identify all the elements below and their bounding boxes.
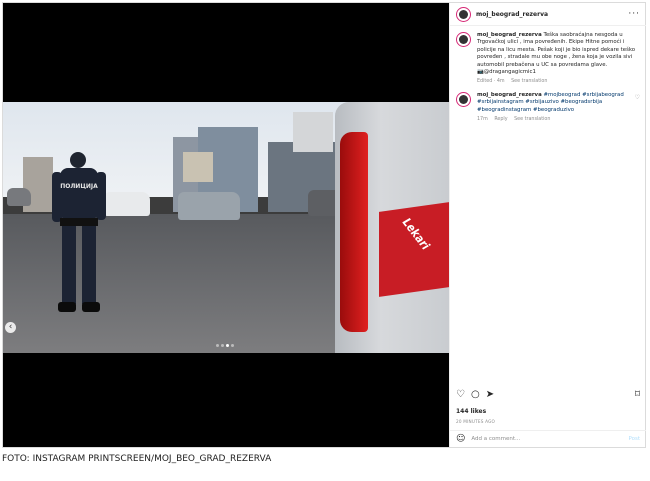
post-media: ПОЛИЦИЈА Lekari ‹ xyxy=(3,3,449,447)
caption-meta: Edited · 4m See translation xyxy=(477,78,637,85)
carousel-dot xyxy=(231,344,234,347)
caption-body: moj_beograd_rezerva Teška saobraćajna ne… xyxy=(477,32,637,86)
post-sidebar: moj_beograd_rezerva ··· moj_beograd_reze… xyxy=(449,3,646,447)
comment: moj_beograd_rezerva #mojbeograd #srbijab… xyxy=(450,86,646,124)
comment-body: moj_beograd_rezerva #mojbeograd #srbijab… xyxy=(477,92,635,124)
chevron-left-icon[interactable]: ‹ xyxy=(5,322,16,333)
comment-time: 17m xyxy=(477,117,488,123)
comment-meta: 17m Reply See translation xyxy=(477,116,635,123)
caption-translate-link[interactable]: See translation xyxy=(511,79,547,84)
comment-translate-link[interactable]: See translation xyxy=(514,117,550,122)
more-options-icon[interactable]: ··· xyxy=(628,9,640,19)
header-username[interactable]: moj_beograd_rezerva xyxy=(476,11,548,18)
action-bar: ♡ ○ ➤ ⌑ xyxy=(450,389,646,400)
add-comment-input[interactable]: Add a comment... xyxy=(471,436,520,442)
post-caption: moj_beograd_rezerva Teška saobraćajna ne… xyxy=(450,26,646,86)
likes-count[interactable]: 144 likes xyxy=(456,408,486,415)
post-photo: ПОЛИЦИЈА Lekari ‹ xyxy=(3,102,449,353)
photo-credit: FOTO: INSTAGRAM PRINTSCREEN/MOJ_BEO_GRAD… xyxy=(2,454,272,464)
comment-icon[interactable]: ○ xyxy=(471,389,480,400)
police-car xyxy=(104,192,150,216)
caption-mention[interactable]: 📷@dragangagicmic1 xyxy=(477,69,536,75)
parked-car xyxy=(7,188,31,206)
carousel-dot xyxy=(216,344,219,347)
photo-billboard xyxy=(183,152,213,182)
post-date: 20 MINUTES AGO xyxy=(456,419,496,424)
instagram-post: ПОЛИЦИЈА Lekari ‹ moj_beograd_rezerva ··… xyxy=(2,2,646,448)
carousel-dots xyxy=(216,344,234,347)
ambulance-light xyxy=(340,132,368,332)
damaged-car xyxy=(178,192,240,220)
carousel-dot-active xyxy=(226,344,229,347)
police-officer: ПОЛИЦИЈА xyxy=(52,152,106,312)
caption-username[interactable]: moj_beograd_rezerva xyxy=(477,32,542,38)
post-header: moj_beograd_rezerva ··· xyxy=(450,3,646,26)
comment-username[interactable]: moj_beograd_rezerva xyxy=(477,92,542,98)
avatar[interactable] xyxy=(456,91,471,107)
add-comment-bar: ☺ Add a comment... Post xyxy=(450,430,646,447)
ambulance-logo-text: Lekari xyxy=(399,215,433,253)
emoji-icon[interactable]: ☺ xyxy=(456,434,465,444)
comment-reply-link[interactable]: Reply xyxy=(494,117,507,122)
carousel-dot xyxy=(221,344,224,347)
police-label: ПОЛИЦИЈА xyxy=(60,183,98,190)
post-comment-button[interactable]: Post xyxy=(628,436,640,442)
heart-icon[interactable]: ♡ xyxy=(456,389,465,400)
photo-building xyxy=(293,112,333,152)
caption-time: Edited · 4m xyxy=(477,79,505,85)
avatar[interactable] xyxy=(456,32,471,47)
avatar[interactable] xyxy=(456,6,471,22)
share-icon[interactable]: ➤ xyxy=(486,389,494,400)
comment-heart-icon[interactable]: ♡ xyxy=(635,94,640,124)
bookmark-icon[interactable]: ⌑ xyxy=(635,389,640,400)
ambulance-logo: Lekari xyxy=(379,202,449,297)
